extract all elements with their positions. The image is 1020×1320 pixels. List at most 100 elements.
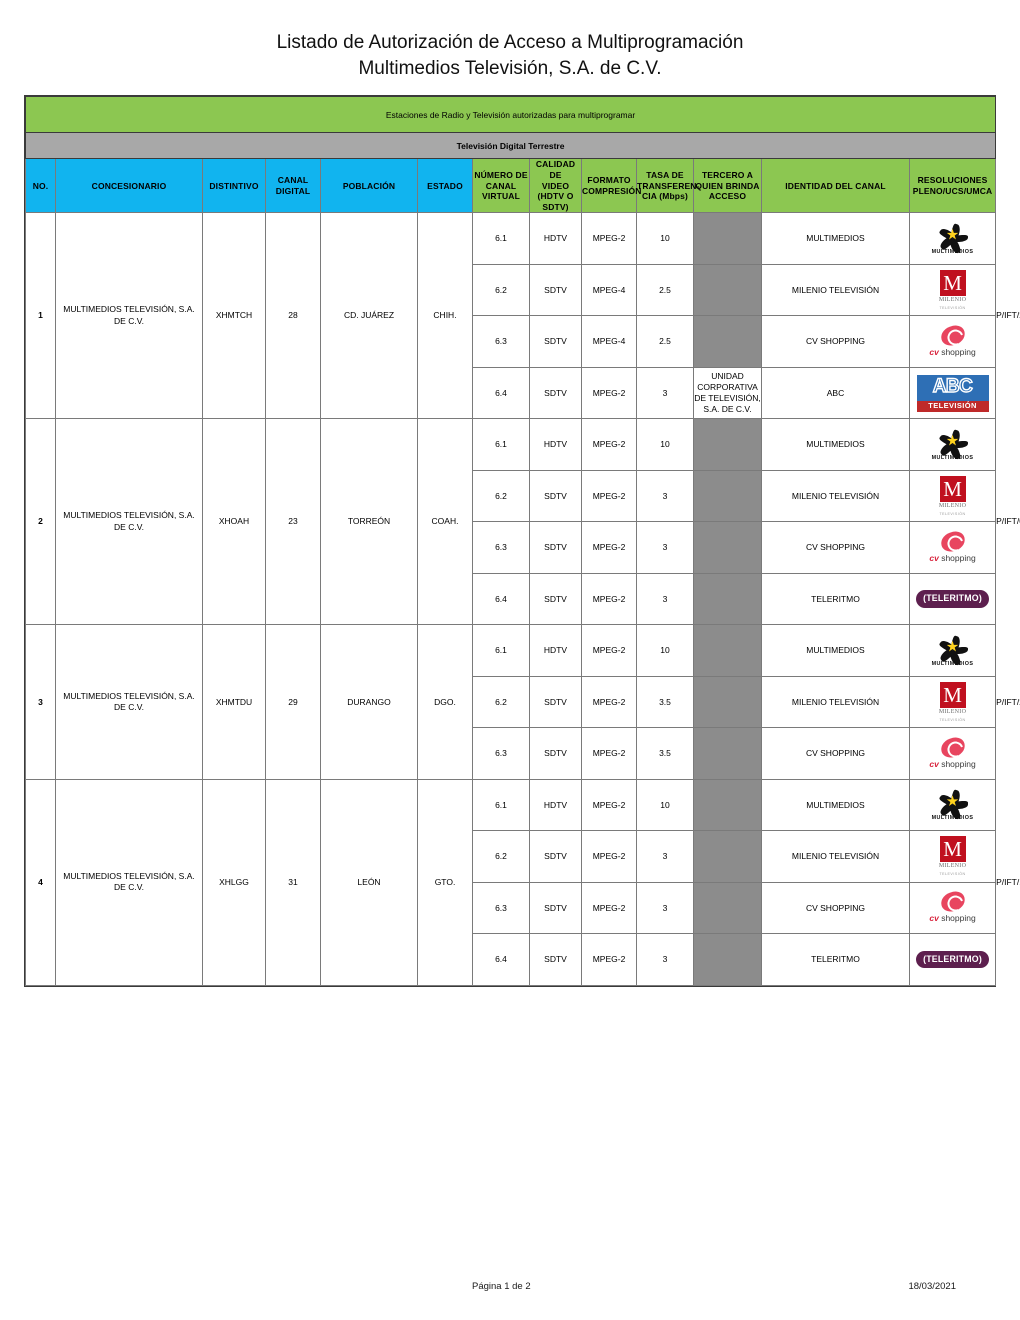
milenio-subwordmark: TELEVISIÓN [939, 305, 966, 310]
column-header-resoluciones: RESOLUCIONES PLENO/UCS/UMCA [908, 158, 997, 214]
cell-identidad-canal: CV SHOPPING [761, 881, 910, 935]
cell-canal-digital: 23 [265, 418, 321, 626]
milenio-m-badge: M [939, 269, 966, 296]
cell-canal-virtual: 6.4 [472, 572, 530, 626]
cell-tasa-transferencia: 2.5 [636, 263, 694, 317]
cell-estado: COAH. [417, 418, 473, 626]
cvshopping-wordmark: cv shopping [929, 758, 976, 769]
document-title-block: Listado de Autorización de Acceso a Mult… [0, 0, 1020, 81]
cell-identidad-canal: CV SHOPPING [761, 521, 910, 574]
milenio-subwordmark: TELEVISIÓN [939, 511, 966, 516]
cell-canal-virtual: 6.2 [472, 469, 530, 523]
green-banner-text: Estaciones de Radio y Televisión autoriz… [24, 96, 997, 134]
cell-formato-compresion: MPEG-2 [581, 418, 637, 471]
cvshopping-logo: cv shopping [929, 889, 976, 924]
milenio-m-letter: M [943, 476, 962, 501]
cell-tercero-acceso [693, 933, 762, 986]
section-banner-text: Televisión Digital Terrestre [24, 132, 997, 160]
cell-poblacion: CD. JUÁREZ [320, 212, 418, 420]
header-tercero-line-1: TERCERO A [701, 169, 754, 180]
concesionario-line-1: MULTIMEDIOS TELEVISIÓN, S.A. [63, 870, 195, 881]
cell-identidad-canal: MILENIO TELEVISIÓN [761, 263, 910, 317]
cell-calidad-video: HDTV [529, 418, 582, 471]
cvshopping-wordmark: cv shopping [929, 913, 976, 924]
cell-canal-virtual: 6.2 [472, 263, 530, 317]
cell-formato-compresion: MPEG-4 [581, 315, 637, 368]
cell-canal-virtual: 6.1 [472, 212, 530, 265]
cell-canal-virtual: 6.3 [472, 315, 530, 368]
cell-channel-logo: ABC TELEVISIÓN [908, 366, 997, 420]
cell-identidad-canal: TELERITMO [761, 572, 910, 626]
milenio-m-letter: M [943, 270, 962, 295]
column-header-tasa-transferencia: TASA DE TRANSFEREN- CIA (Mbps) [636, 158, 699, 214]
cell-calidad-video: SDTV [529, 469, 582, 523]
cell-formato-compresion: MPEG-2 [581, 675, 637, 729]
cell-tercero-acceso [693, 263, 762, 317]
cell-calidad-video: SDTV [529, 366, 582, 420]
header-formato-line-2: COMPRESIÓN [582, 185, 642, 196]
cell-identidad-canal: MULTIMEDIOS [761, 212, 910, 265]
cell-tercero-acceso [693, 727, 762, 780]
cell-channel-logo: MULTIMEDIOS [908, 418, 997, 471]
cell-channel-logo: cv shopping [908, 727, 997, 780]
cell-canal-virtual: 6.3 [472, 727, 530, 780]
multimedios-logo: MULTIMEDIOS [932, 788, 974, 822]
cell-canal-virtual: 6.3 [472, 881, 530, 935]
cell-tercero-acceso [693, 624, 762, 677]
cell-identidad-canal: MULTIMEDIOS [761, 778, 910, 832]
cell-formato-compresion: MPEG-2 [581, 727, 637, 780]
concesionario-line-1: MULTIMEDIOS TELEVISIÓN, S.A. [63, 304, 195, 315]
cell-canal-digital: 29 [265, 624, 321, 780]
cell-formato-compresion: MPEG-2 [581, 212, 637, 265]
cell-tasa-transferencia: 10 [636, 778, 694, 832]
column-header-distintivo: DISTINTIVO [202, 158, 266, 214]
header-tercero-line-2: QUIEN BRINDA [695, 180, 760, 191]
cell-formato-compresion: MPEG-2 [581, 521, 637, 574]
concesionario-line-2: DE C.V. [114, 882, 144, 893]
abc-wordmark: ABC [932, 376, 974, 398]
header-canal-virtual-line-2: CANAL [485, 180, 517, 191]
column-header-no: NO. [25, 158, 56, 214]
cell-formato-compresion: MPEG-2 [581, 469, 637, 523]
cell-no: 2 [25, 418, 56, 626]
cell-identidad-canal: TELERITMO [761, 933, 910, 986]
cvshopping-eye-icon [938, 889, 967, 914]
cell-tasa-transferencia: 3 [636, 366, 694, 420]
cell-channel-logo: MULTIMEDIOS [908, 778, 997, 832]
cell-tasa-transferencia: 3 [636, 469, 694, 523]
cell-estado: GTO. [417, 778, 473, 986]
cell-channel-logo: M MILENIO TELEVISIÓN [908, 263, 997, 317]
concesionario-line-2: DE C.V. [114, 315, 144, 326]
column-header-canal-digital: CANAL DIGITAL [265, 158, 321, 214]
milenio-logo: M MILENIO TELEVISIÓN [938, 681, 967, 722]
cell-calidad-video: SDTV [529, 830, 582, 883]
column-header-calidad-video: CALIDAD DE VIDEO (HDTV O SDTV) [529, 158, 582, 214]
cell-canal-virtual: 6.4 [472, 933, 530, 986]
milenio-m-badge: M [939, 836, 966, 863]
header-tasa-line-2: TRANSFEREN- [637, 180, 700, 191]
cell-canal-virtual: 6.2 [472, 675, 530, 729]
header-calidad-line-2: VIDEO (HDTV O [537, 180, 574, 202]
cell-no: 4 [25, 778, 56, 986]
cell-tercero-acceso [693, 469, 762, 523]
green-banner-row: Estaciones de Radio y Televisión autoriz… [24, 96, 997, 134]
column-header-identidad-canal: IDENTIDAD DEL CANAL [761, 158, 910, 214]
abc-wordmark-panel: ABC [916, 374, 989, 401]
cell-identidad-canal: MULTIMEDIOS [761, 624, 910, 677]
footer-page-number: Página 1 de 2 [472, 1281, 531, 1292]
teleritmo-logo: (TELERITMO) [916, 590, 989, 608]
cvshopping-wordmark: cv shopping [929, 346, 976, 357]
cell-formato-compresion: MPEG-2 [581, 830, 637, 883]
multimedios-logo: MULTIMEDIOS [932, 428, 974, 462]
cell-tercero-acceso [693, 675, 762, 729]
cell-calidad-video: SDTV [529, 881, 582, 935]
section-banner-row: Televisión Digital Terrestre [24, 132, 997, 160]
page-title-line-1: Listado de Autorización de Acceso a Mult… [276, 32, 744, 53]
cell-calidad-video: SDTV [529, 521, 582, 574]
cell-calidad-video: SDTV [529, 727, 582, 780]
cell-tercero-acceso [693, 315, 762, 368]
milenio-wordmark: MILENIO [938, 708, 967, 715]
cell-calidad-video: HDTV [529, 212, 582, 265]
cell-canal-virtual: 6.1 [472, 624, 530, 677]
cell-concesionario: MULTIMEDIOS TELEVISIÓN, S.A. DE C.V. [55, 624, 203, 780]
